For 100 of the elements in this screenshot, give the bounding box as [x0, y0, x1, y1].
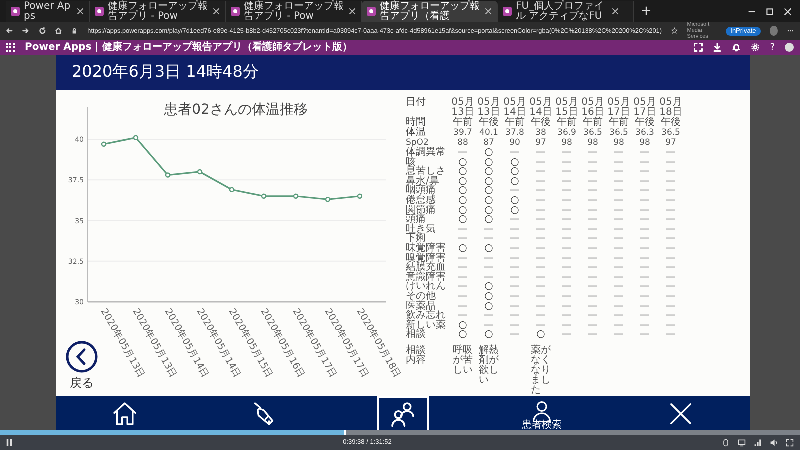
row-label: 頭痛 [406, 215, 426, 225]
table-cell-text: — [639, 206, 651, 216]
table-cell-text: — [535, 196, 547, 206]
table-cell-text: 午後 [660, 118, 682, 128]
table-cell-text: 87 [482, 138, 496, 148]
table-cell-text: — [613, 320, 625, 330]
table-cell: 15日 [556, 108, 578, 118]
table-cell: 05月 [660, 98, 682, 108]
row-label: 下痢 [406, 234, 426, 244]
table-cell-text: ○ [484, 215, 494, 225]
download-icon[interactable] [713, 43, 722, 52]
row-label: 日付 [406, 98, 427, 110]
app-launcher-icon[interactable] [6, 43, 15, 52]
table-cell-text: — [639, 167, 651, 177]
table-cell-text: — [509, 215, 521, 225]
table-cell-text: — [587, 244, 599, 254]
table-cell-text: — [639, 302, 651, 312]
data-point [197, 169, 203, 175]
table-cell-text: — [561, 234, 573, 244]
table-cell: 05月 [582, 98, 604, 108]
table-cell-text: — [509, 263, 521, 273]
refresh-icon[interactable] [38, 26, 46, 36]
new-tab-button[interactable]: + [634, 2, 659, 22]
table-cell-text: ○ [458, 196, 468, 206]
volume-icon[interactable] [770, 438, 778, 446]
app-title: Power Apps | 健康フォローアップ報告アプリ（看護師タブレット版） [25, 42, 354, 52]
table-cell-text: — [457, 282, 469, 292]
close-icon[interactable] [349, 8, 356, 15]
note-cell: 呼吸が苦しい [453, 346, 473, 376]
people-icon [388, 400, 417, 428]
table-cell-text: — [613, 215, 625, 225]
close-icon[interactable] [213, 8, 220, 15]
table-cell-text: — [665, 311, 677, 321]
row-label: 医薬品 [406, 302, 436, 312]
close-icon[interactable] [77, 8, 84, 15]
table-cell-text: — [613, 196, 625, 206]
fit-screen-icon[interactable] [694, 43, 704, 52]
table-cell-text: — [561, 176, 573, 186]
table-cell-text: — [457, 272, 469, 282]
close-icon[interactable] [612, 8, 619, 15]
table-cell-text: 97 [534, 138, 548, 148]
row-label: 鼻水/鼻 [406, 176, 440, 186]
table-cell-text: — [613, 224, 625, 234]
table-cell-text: — [665, 167, 677, 177]
table-cell-text: — [665, 234, 677, 244]
browser-tab[interactable]: 健康フォローアップ報告アプリ（看護 [362, 1, 498, 22]
close-icon[interactable] [485, 8, 492, 15]
forward-icon[interactable] [22, 26, 30, 36]
table-cell-text: 36.5 [608, 128, 630, 138]
bell-icon[interactable] [732, 43, 742, 52]
table-cell-text: — [587, 330, 599, 340]
browser-tab[interactable]: Power Apps [6, 1, 90, 22]
table-cell-text: — [665, 282, 677, 292]
table-cell-text: — [561, 272, 573, 282]
table-cell: 13日 [478, 108, 500, 118]
table-cell-text: — [665, 263, 677, 273]
fullscreen-icon[interactable] [786, 438, 794, 446]
table-cell-text: — [587, 254, 599, 264]
date-time: 2020年6月3日 14時48分 [72, 62, 259, 83]
table-cell-text: — [535, 224, 547, 234]
table-cell-text: — [587, 263, 599, 273]
signal-icon[interactable] [754, 438, 762, 446]
table-cell-text: ○ [458, 206, 468, 216]
pause-icon[interactable] [6, 439, 13, 446]
table-cell-text: — [509, 311, 521, 321]
table-cell-text: — [613, 176, 625, 186]
table-cell-text: 90 [508, 138, 522, 148]
back-button[interactable]: 戻る [66, 341, 98, 392]
table-cell-text: — [639, 282, 651, 292]
browser-tab[interactable]: 健康フォローアップ報告アプリ - Pow [90, 1, 226, 22]
back-icon[interactable] [6, 26, 14, 36]
table-cell-text: — [587, 311, 599, 321]
table-cell: 14日 [504, 108, 526, 118]
table-cell-text: — [639, 272, 651, 282]
row-label: 味覚障害 [406, 244, 447, 254]
table-cell-text: — [457, 254, 469, 264]
table-cell-text: — [535, 215, 547, 225]
app-icon [367, 7, 376, 16]
app-icon [231, 7, 240, 16]
close-icon[interactable] [784, 8, 792, 16]
table-cell-text: — [457, 234, 469, 244]
table-cell: 13日 [452, 108, 474, 118]
table-cell-text: — [665, 224, 677, 234]
row-label: SpO2 [406, 138, 429, 148]
table-cell-text: ○ [484, 330, 494, 340]
mouse-icon[interactable] [722, 438, 730, 446]
browser-tab[interactable]: FU_個人プロファイル アクティブなFU [498, 1, 634, 22]
table-cell-text: — [535, 263, 547, 273]
maximize-icon[interactable] [766, 8, 774, 16]
table-cell-text: ○ [510, 206, 520, 216]
table-cell-text: — [483, 263, 495, 273]
table-cell-text: — [457, 263, 469, 273]
table-cell-text: 98 [560, 138, 574, 148]
table-cell-text: — [587, 176, 599, 186]
star-icon[interactable] [670, 26, 678, 36]
browser-tab[interactable]: 健康フォローアップ報告アプリ - Pow [226, 1, 362, 22]
help-button[interactable]: ? [770, 42, 775, 52]
home-icon[interactable] [54, 26, 62, 36]
settings-icon[interactable] [751, 43, 760, 52]
screen-icon[interactable] [738, 438, 746, 446]
